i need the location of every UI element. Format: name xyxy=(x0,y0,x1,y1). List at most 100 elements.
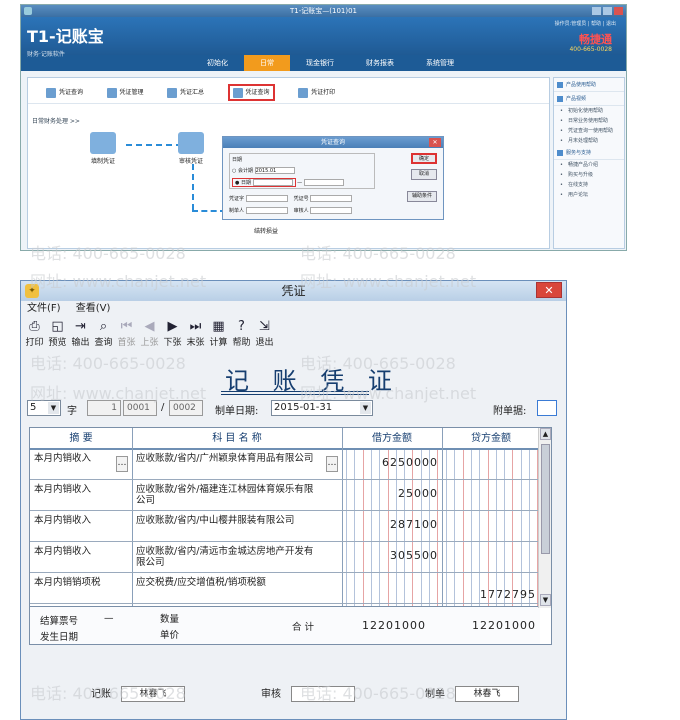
more-button[interactable]: … xyxy=(326,456,338,472)
tool-icon: ⇲ xyxy=(259,319,270,334)
voucher-word-select[interactable] xyxy=(245,195,288,202)
tool-button[interactable]: ⌕ 查询 xyxy=(92,319,115,348)
tb-voucher-manage[interactable]: 凭证管理 xyxy=(106,87,144,98)
menu-init[interactable]: 初始化 xyxy=(191,55,244,71)
dialog-cancel-button[interactable]: 取消 xyxy=(411,169,437,180)
scroll-up-arrow[interactable]: ▲ xyxy=(540,428,551,440)
side-link[interactable]: 初始化使用帮助 xyxy=(554,106,624,116)
top-links[interactable]: 操作员:管理员 | 帮助 | 退出 xyxy=(555,20,616,27)
account-cell[interactable]: 应交税费/应交增值税/销项税额 xyxy=(134,574,324,604)
tool-icon: ? xyxy=(238,319,245,334)
menu-reports[interactable]: 财务报表 xyxy=(350,55,410,71)
dialog-more-button[interactable]: 辅助条件 xyxy=(407,191,437,202)
tool-button[interactable]: ⎙ 打印 xyxy=(23,319,46,348)
table-row[interactable]: 本月内销收入 应收账款/省外/福建连江林园体育娱乐有限公司 25000 xyxy=(30,481,540,511)
menu-view[interactable]: 查看(V) xyxy=(76,303,111,314)
tb-voucher-query[interactable]: 凭证查询 xyxy=(46,87,83,98)
debit-amount[interactable]: 287100 xyxy=(390,518,438,531)
tool-button[interactable]: ? 帮助 xyxy=(230,319,253,348)
side-help-header[interactable]: 产品使用帮助 xyxy=(554,78,624,92)
attach-input[interactable] xyxy=(537,400,557,416)
tool-label: 计算 xyxy=(209,338,228,348)
tool-button[interactable]: ▶ 下张 xyxy=(161,319,184,348)
scroll-thumb[interactable] xyxy=(541,444,550,554)
close-button[interactable]: ✕ xyxy=(536,282,562,298)
flow-connector xyxy=(126,144,182,146)
flow-node-audit-voucher[interactable]: 审核凭证 xyxy=(178,132,204,165)
menu-daily[interactable]: 日常 xyxy=(244,55,290,71)
date-radio[interactable]: ● 日期 xyxy=(232,178,296,187)
logo-text: T1-记账宝 xyxy=(27,27,104,46)
side-link[interactable]: 日常业务使用帮助 xyxy=(554,116,624,126)
maker-select[interactable] xyxy=(245,207,288,214)
scroll-down-arrow[interactable]: ▼ xyxy=(540,594,551,606)
search-icon xyxy=(232,87,243,98)
sign-audit: 审核 xyxy=(261,685,355,702)
tool-button: ⏮ 首张 xyxy=(115,319,138,348)
period-select[interactable]: 2015.01 xyxy=(254,167,295,174)
summary-cell[interactable]: 本月内销收入 xyxy=(32,450,116,480)
tool-button[interactable]: ▦ 计算 xyxy=(207,319,230,348)
summary-cell[interactable]: 本月内销收入 xyxy=(32,481,116,511)
table-row[interactable]: 本月内销收入 应收账款/省内/中山樱井服装有限公司 287100 xyxy=(30,512,540,542)
date-select[interactable]: 2015-01-31 ▼ xyxy=(271,400,373,416)
debit-amount[interactable]: 305500 xyxy=(390,549,438,562)
auditor-select[interactable] xyxy=(310,207,353,214)
brand-phone: 400-665-0028 xyxy=(569,46,612,53)
close-button[interactable] xyxy=(614,7,623,15)
flow-node-close[interactable]: 结转损益 xyxy=(254,226,278,235)
period-row: ○ 会计期 2015.01 xyxy=(232,167,372,174)
credit-amount[interactable]: 1772795 xyxy=(480,588,536,601)
summary-cell[interactable]: 本月内销收入 xyxy=(32,512,116,542)
date-to[interactable] xyxy=(303,179,344,186)
total-debit: 12201000 xyxy=(362,619,426,632)
tb-voucher-summary[interactable]: 凭证汇总 xyxy=(167,87,204,98)
account-cell[interactable]: 应收账款/省内/中山樱井服装有限公司 xyxy=(134,512,324,542)
tb-voucher-search[interactable]: 凭证查询 xyxy=(227,84,275,101)
more-button[interactable]: … xyxy=(116,456,128,472)
tool-button[interactable]: ⇲ 退出 xyxy=(253,319,276,348)
date-from[interactable] xyxy=(252,179,293,186)
account-cell[interactable]: 应收账款/省内/清远市金城达房地产开发有限公司 xyxy=(134,543,324,573)
side-link[interactable]: 购买与升级 xyxy=(554,170,624,180)
minimize-button[interactable] xyxy=(592,7,601,15)
side-support-header[interactable]: 服务与支持 xyxy=(554,146,624,160)
voucher-number-field[interactable]: 1 xyxy=(87,400,121,416)
dialog-ok-button[interactable]: 确定 xyxy=(411,153,437,164)
account-cell[interactable]: 应收账款/省内/广州颖泉体育用品有限公司 xyxy=(134,450,324,480)
side-link[interactable]: 凭证查询一使用帮助 xyxy=(554,126,624,136)
table-row[interactable]: 本月内销收入 应收账款/省内/清远市金城达房地产开发有限公司 305500 xyxy=(30,543,540,573)
voucher-seq-to: 0002 xyxy=(169,400,203,416)
table-row[interactable]: 本月内销销项税 应交税费/应交增值税/销项税额 1772795 xyxy=(30,574,540,604)
flow-node-fill-voucher[interactable]: 填制凭证 xyxy=(90,132,116,165)
maximize-button[interactable] xyxy=(603,7,612,15)
menu-cash-bank[interactable]: 现金银行 xyxy=(290,55,350,71)
tool-button[interactable]: ◱ 预览 xyxy=(46,319,69,348)
account-cell[interactable]: 应收账款/省外/福建连江林园体育娱乐有限公司 xyxy=(134,481,324,511)
summary-cell[interactable]: 本月内销收入 xyxy=(32,543,116,573)
tool-label: 帮助 xyxy=(232,338,251,348)
menu-system[interactable]: 系统管理 xyxy=(410,55,470,71)
tb-voucher-print[interactable]: 凭证打印 xyxy=(298,87,335,98)
debit-amount[interactable]: 6250000 xyxy=(382,456,438,469)
table-row[interactable]: 本月内销收入…… 应收账款/省内/广州颖泉体育用品有限公司 6250000 xyxy=(30,450,540,480)
side-link[interactable]: 在线支持 xyxy=(554,180,624,190)
tool-button[interactable]: ⇥ 输出 xyxy=(69,319,92,348)
sign-maker: 制单 林春飞 xyxy=(425,685,519,702)
side-link[interactable]: 畅捷产品介绍 xyxy=(554,160,624,170)
voucher-window-title: 凭证 xyxy=(281,284,306,298)
dialog-close-button[interactable]: ✕ xyxy=(429,138,441,147)
date-row: ● 日期 — xyxy=(232,178,372,187)
tool-icon: ⎙ xyxy=(29,319,40,334)
tool-label: 查询 xyxy=(94,338,113,348)
tool-button[interactable]: ⏭ 末张 xyxy=(184,319,207,348)
grid-scrollbar[interactable]: ▲ ▼ xyxy=(538,428,551,608)
menu-file[interactable]: 文件(F) xyxy=(27,303,61,314)
side-link[interactable]: 月末处理帮助 xyxy=(554,136,624,146)
summary-cell[interactable]: 本月内销销项税 xyxy=(32,574,116,604)
debit-amount[interactable]: 25000 xyxy=(398,487,438,500)
side-video-header[interactable]: 产品视频 xyxy=(554,92,624,106)
voucher-number-input[interactable] xyxy=(310,195,353,202)
voucher-word-select[interactable]: 5 ▼ xyxy=(27,400,61,416)
side-link[interactable]: 用户论坛 xyxy=(554,190,624,200)
